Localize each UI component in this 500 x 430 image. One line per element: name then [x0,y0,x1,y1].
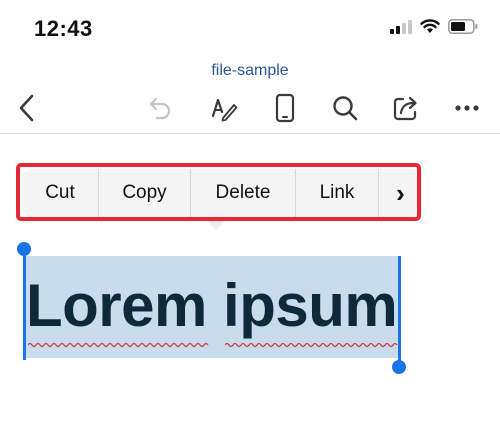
cellular-signal-icon [390,19,412,34]
selection-end-handle[interactable] [392,360,406,374]
status-time: 12:43 [34,16,93,41]
back-icon[interactable] [9,90,45,126]
toolbar [0,84,500,132]
context-menu-pointer [207,221,225,230]
search-icon[interactable] [327,90,363,126]
status-icons [390,19,478,34]
status-bar: 12:43 [0,0,500,56]
spelling-error-underline-ipsum [225,342,398,348]
selection-start-caret [23,250,26,360]
share-icon[interactable] [388,90,424,126]
spelling-error-underline-lorem [28,342,209,348]
more-icon[interactable] [449,90,485,126]
draw-pen-icon[interactable] [206,90,242,126]
mobile-view-icon[interactable] [267,90,303,126]
toolbar-divider [0,133,500,134]
document-title: file-sample [211,62,289,79]
annotation-highlight-frame [16,163,421,221]
wifi-icon [420,19,440,33]
battery-icon [448,19,478,34]
document-body-text[interactable]: Lorem ipsum [26,276,398,336]
undo-icon[interactable] [143,90,179,126]
selection-end-caret [398,256,401,366]
